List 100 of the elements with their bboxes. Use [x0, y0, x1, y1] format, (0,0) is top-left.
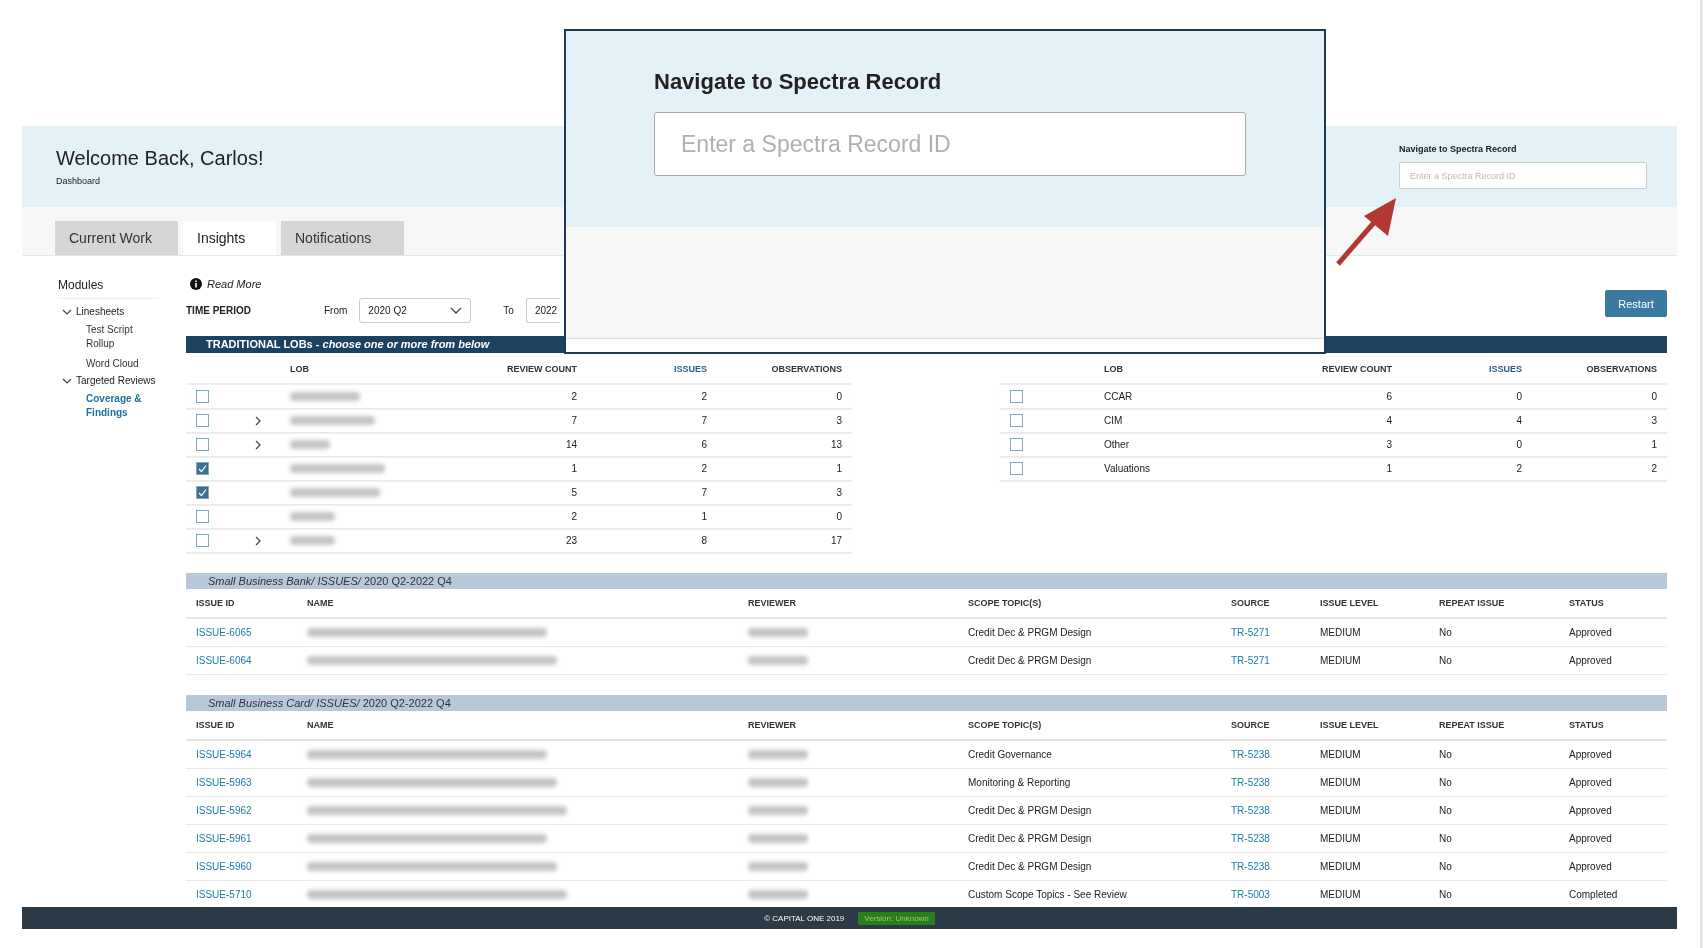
- issue-link[interactable]: ISSUE-5963: [196, 777, 252, 788]
- source-link[interactable]: TR-5238: [1231, 777, 1270, 788]
- table-cell-text: 7: [700, 415, 707, 426]
- table-cell-text: 2: [700, 463, 707, 474]
- column-header[interactable]: ISSUES: [577, 364, 707, 374]
- column-header: REPEAT ISSUE: [1439, 720, 1506, 730]
- column-header: ISSUE ID: [196, 598, 236, 608]
- blurred-text: [748, 750, 808, 759]
- issue-link[interactable]: ISSUE-5964: [196, 749, 252, 760]
- column-header: NAME: [307, 598, 335, 608]
- table-cell-text: Credit Dec & PRGM Design: [968, 655, 1093, 666]
- table-cell-text: 6: [1385, 391, 1392, 402]
- table-cell-text: 7: [700, 487, 707, 498]
- callout-title: Navigate to Spectra Record: [654, 69, 943, 95]
- blurred-text: [748, 778, 808, 787]
- table-cell-text: Approved: [1569, 655, 1613, 666]
- checkbox[interactable]: [1010, 438, 1023, 451]
- tab[interactable]: Notifications: [281, 221, 404, 255]
- tab[interactable]: Insights: [183, 221, 276, 255]
- checkbox[interactable]: [1010, 462, 1023, 475]
- chevron-right-icon[interactable]: [253, 535, 263, 546]
- table-cell-text: 3: [835, 487, 842, 498]
- section-header: Small Business Bank/ ISSUES/ 2020 Q2-2022 Q4: [186, 573, 1667, 589]
- table-cell-text: 2: [1515, 463, 1522, 474]
- table-cell-text: MEDIUM: [1320, 889, 1362, 900]
- table-cell-text: 2: [570, 391, 577, 402]
- chevron-right-icon[interactable]: [253, 439, 263, 450]
- blurred-text: [290, 440, 330, 449]
- tree-item[interactable]: Linesheets: [76, 306, 125, 317]
- to-dropdown[interactable]: 2022: [525, 298, 560, 323]
- checkbox[interactable]: [196, 414, 209, 427]
- source-link[interactable]: TR-5003: [1231, 889, 1270, 900]
- table-cell-text: MEDIUM: [1320, 861, 1362, 872]
- tree-item[interactable]: Coverage & Findings: [86, 392, 156, 420]
- table-cell-text: Credit Governance: [968, 749, 1053, 760]
- blurred-text: [748, 834, 808, 843]
- checkbox[interactable]: [1010, 414, 1023, 427]
- table-cell-text: Approved: [1569, 749, 1613, 760]
- table-cell-text: 7: [570, 415, 577, 426]
- column-header: REVIEW COUNT: [506, 364, 577, 374]
- source-link[interactable]: TR-5238: [1231, 749, 1270, 760]
- table-cell-text: Approved: [1569, 627, 1613, 638]
- table-cell-text: No: [1439, 749, 1453, 760]
- field-label: Navigate to Spectra Record: [1399, 144, 1518, 154]
- tree-item[interactable]: Targeted Reviews: [76, 375, 156, 386]
- column-header: OBSERVATIONS: [770, 364, 842, 374]
- blurred-text: [748, 890, 808, 899]
- checkbox[interactable]: [196, 486, 209, 499]
- column-header: STATUS: [1569, 598, 1605, 608]
- checkbox[interactable]: [196, 438, 209, 451]
- table-cell-text: MEDIUM: [1320, 749, 1362, 760]
- issue-link[interactable]: ISSUE-6064: [196, 655, 252, 666]
- blurred-text: [290, 536, 335, 545]
- column-header[interactable]: ISSUES: [1392, 364, 1522, 374]
- source-link[interactable]: TR-5238: [1231, 805, 1270, 816]
- issue-link[interactable]: ISSUE-5960: [196, 861, 252, 872]
- pointer-arrow: [1334, 196, 1398, 268]
- table-cell-text: No: [1439, 833, 1453, 844]
- version-badge: Version: Unknown: [858, 911, 935, 925]
- column-header: SOURCE: [1231, 598, 1271, 608]
- table-cell-text: MEDIUM: [1320, 627, 1362, 638]
- issue-link[interactable]: ISSUE-5961: [196, 833, 252, 844]
- tab[interactable]: Current Work: [55, 221, 178, 255]
- source-link[interactable]: TR-5271: [1231, 655, 1270, 666]
- blurred-text: [748, 862, 808, 871]
- column-header: SCOPE TOPIC(S): [968, 720, 1043, 730]
- column-header: SCOPE TOPIC(S): [968, 598, 1043, 608]
- source-link[interactable]: TR-5271: [1231, 627, 1270, 638]
- issue-link[interactable]: ISSUE-6065: [196, 627, 252, 638]
- column-header: ISSUE LEVEL: [1320, 720, 1380, 730]
- record-id-field[interactable]: Enter a Spectra Record ID: [654, 112, 1246, 176]
- tree-item[interactable]: Test Script Rollup: [86, 323, 156, 351]
- issue-link[interactable]: ISSUE-5962: [196, 805, 252, 816]
- source-link[interactable]: TR-5238: [1231, 833, 1270, 844]
- from-dropdown[interactable]: 2020 Q2: [359, 298, 472, 323]
- table-cell-text: No: [1439, 777, 1453, 788]
- checkbox[interactable]: [196, 462, 209, 475]
- table-cell-text: Approved: [1569, 777, 1613, 788]
- to-label: To: [503, 305, 514, 316]
- table-cell-text: 23: [564, 535, 577, 546]
- tree-item[interactable]: Word Cloud: [86, 357, 156, 371]
- restart-button[interactable]: Restart: [1605, 290, 1667, 317]
- table-cell: Other: [1104, 439, 1129, 450]
- read-more-link[interactable]: Read More: [207, 278, 262, 290]
- checkbox[interactable]: [196, 534, 209, 547]
- table-cell-text: Credit Dec & PRGM Design: [968, 627, 1093, 638]
- issue-link[interactable]: ISSUE-5710: [196, 889, 252, 900]
- checkbox[interactable]: [196, 510, 209, 523]
- table-cell-text: 2: [570, 511, 577, 522]
- chevron-right-icon[interactable]: [253, 415, 263, 426]
- column-header: LOB: [290, 364, 310, 374]
- table-cell-text: Approved: [1569, 861, 1613, 872]
- copyright-text: © CAPITAL ONE 2019: [764, 913, 845, 923]
- checkbox[interactable]: [1010, 390, 1023, 403]
- table-cell-text: 1: [570, 463, 577, 474]
- source-link[interactable]: TR-5238: [1231, 861, 1270, 872]
- table-cell: Valuations: [1104, 463, 1150, 474]
- blurred-text: [290, 392, 360, 401]
- checkbox[interactable]: [196, 390, 209, 403]
- table-cell-text: No: [1439, 627, 1453, 638]
